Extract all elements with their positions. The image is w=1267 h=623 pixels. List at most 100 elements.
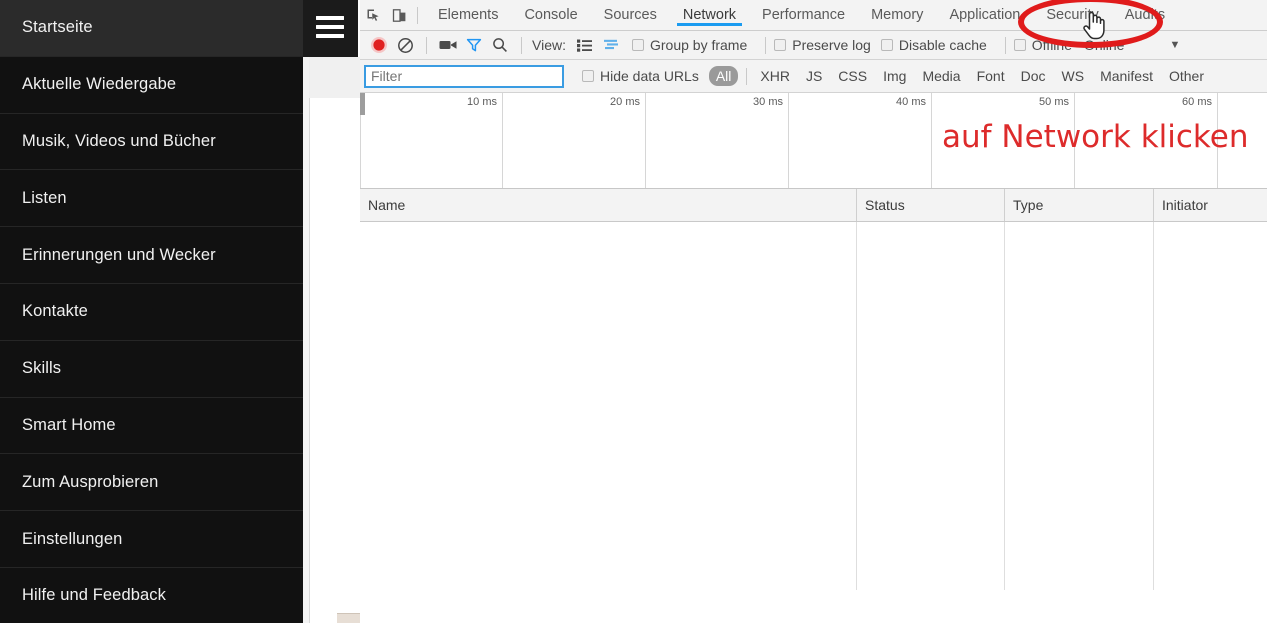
overview-tick-label: 40 ms (896, 96, 926, 108)
tab-security[interactable]: Security (1033, 0, 1111, 30)
network-filterbar: Hide data URLs All XHR JS CSS Img Media … (360, 60, 1267, 93)
tab-application[interactable]: Application (936, 0, 1033, 30)
overview-tick-cell: 20 ms (503, 93, 646, 188)
filter-type-manifest[interactable]: Manifest (1093, 66, 1160, 86)
filterbar-separator (746, 67, 748, 85)
network-requests-table: Name Status Type Initiator (360, 189, 1267, 590)
sidebar-item-skills[interactable]: Skills (0, 341, 303, 398)
sidebar-item-label: Kontakte (22, 302, 88, 321)
sidebar-item-hilfe-und-feedback[interactable]: Hilfe und Feedback (0, 568, 303, 623)
filter-type-js[interactable]: JS (799, 66, 829, 86)
tab-label: Console (524, 7, 578, 23)
filter-type-other[interactable]: Other (1162, 66, 1211, 86)
network-table-body[interactable] (360, 222, 1267, 590)
sidebar-item-zum-ausprobieren[interactable]: Zum Ausprobieren (0, 454, 303, 512)
chevron-down-icon[interactable]: ▼ (1169, 39, 1180, 51)
sidebar-item-listen[interactable]: Listen (0, 170, 303, 228)
view-list-icon[interactable] (572, 32, 598, 58)
search-magnifier-icon[interactable] (487, 32, 513, 58)
overview-tick-cell: 50 ms (932, 93, 1075, 188)
checkbox-box (880, 39, 893, 51)
sidebar-item-smart-home[interactable]: Smart Home (0, 398, 303, 455)
overview-tick-cell: 60 ms (1075, 93, 1218, 188)
app-sidebar: Startseite Aktuelle Wiedergabe Musik, Vi… (0, 0, 303, 623)
sidebar-item-kontakte[interactable]: Kontakte (0, 284, 303, 341)
view-waterfall-icon[interactable] (598, 32, 624, 58)
tab-label: Sources (603, 7, 657, 23)
tab-elements[interactable]: Elements (425, 0, 511, 30)
inspect-element-icon[interactable] (360, 2, 386, 28)
sidebar-item-label: Erinnerungen und Wecker (22, 245, 216, 264)
filter-type-font[interactable]: Font (970, 66, 1012, 86)
screenshot-camera-icon[interactable] (435, 32, 461, 58)
sidebar-item-label: Aktuelle Wiedergabe (22, 75, 177, 94)
tab-label: Audits (1124, 7, 1166, 23)
device-toolbar-icon[interactable] (386, 2, 412, 28)
hamburger-menu-button[interactable] (303, 0, 358, 57)
tab-performance[interactable]: Performance (749, 0, 858, 30)
filter-type-ws[interactable]: WS (1055, 66, 1092, 86)
group-by-frame-label: Group by frame (649, 37, 748, 53)
hide-data-urls-checkbox[interactable]: Hide data URLs (582, 68, 699, 84)
network-table-header: Name Status Type Initiator (360, 189, 1267, 222)
column-divider (1153, 222, 1154, 590)
sidebar-item-einstellungen[interactable]: Einstellungen (0, 511, 303, 568)
tab-label: Performance (762, 7, 846, 23)
overview-tick-label: 10 ms (467, 96, 497, 108)
sidebar-item-musik-videos-buecher[interactable]: Musik, Videos und Bücher (0, 114, 303, 171)
tab-console[interactable]: Console (511, 0, 590, 30)
network-overview-timeline[interactable]: 10 ms 20 ms 30 ms 40 ms 50 ms 60 ms (360, 93, 1267, 189)
column-header-status[interactable]: Status (857, 189, 1005, 221)
overview-tick-cell: 40 ms (789, 93, 932, 188)
tab-audits[interactable]: Audits (1112, 0, 1178, 30)
column-header-label: Initiator (1162, 197, 1208, 213)
sidebar-item-label: Einstellungen (22, 529, 123, 548)
column-header-initiator[interactable]: Initiator (1154, 189, 1267, 221)
filter-funnel-icon[interactable] (461, 32, 487, 58)
throttling-select-value[interactable]: Online (1084, 37, 1124, 53)
sidebar-item-label: Startseite (22, 18, 93, 37)
overview-tick-cell: 10 ms (360, 93, 503, 188)
filter-type-css[interactable]: CSS (831, 66, 874, 86)
tab-memory[interactable]: Memory (858, 0, 936, 30)
column-divider (856, 222, 857, 590)
toolbar-separator (426, 36, 427, 54)
sidebar-item-aktuelle-wiedergabe[interactable]: Aktuelle Wiedergabe (0, 57, 303, 114)
tab-sources[interactable]: Sources (591, 0, 670, 30)
checkbox-box (582, 70, 594, 82)
clear-icon[interactable] (392, 32, 418, 58)
offline-checkbox[interactable]: Offline (1013, 37, 1072, 53)
disable-cache-label: Disable cache (898, 37, 987, 53)
page-content-fragment (337, 613, 360, 623)
sidebar-item-label: Zum Ausprobieren (22, 472, 159, 491)
preserve-log-checkbox[interactable]: Preserve log (774, 37, 871, 53)
sidebar-item-startseite[interactable]: Startseite (0, 0, 303, 57)
disable-cache-checkbox[interactable]: Disable cache (880, 37, 987, 53)
preserve-log-label: Preserve log (792, 37, 871, 53)
column-header-type[interactable]: Type (1005, 189, 1154, 221)
devtools-panel: Elements Console Sources Network Perform… (360, 0, 1267, 623)
view-label: View: (532, 37, 566, 53)
toolbar-separator (1004, 36, 1006, 54)
filter-type-img[interactable]: Img (876, 66, 913, 86)
tab-label: Memory (871, 7, 924, 23)
sidebar-item-label: Musik, Videos und Bücher (22, 131, 216, 150)
tab-network[interactable]: Network (670, 0, 749, 30)
checkbox-box (631, 39, 644, 51)
group-by-frame-checkbox[interactable]: Group by frame (631, 37, 748, 53)
filter-type-xhr[interactable]: XHR (753, 66, 797, 86)
offline-label: Offline (1031, 37, 1072, 53)
filter-type-all[interactable]: All (708, 66, 739, 86)
sidebar-item-label: Smart Home (22, 415, 116, 434)
page-content-gap (303, 57, 360, 623)
page-content-gap-top (303, 57, 360, 98)
filter-type-doc[interactable]: Doc (1014, 66, 1053, 86)
sidebar-item-erinnerungen-wecker[interactable]: Erinnerungen und Wecker (0, 227, 303, 284)
tab-label: Application (949, 7, 1021, 23)
filter-input[interactable] (364, 64, 564, 88)
record-button-icon[interactable] (366, 32, 392, 58)
hide-data-urls-label: Hide data URLs (600, 68, 699, 84)
column-header-name[interactable]: Name (360, 189, 857, 221)
filter-type-media[interactable]: Media (915, 66, 967, 86)
sidebar-item-label: Skills (22, 359, 62, 378)
